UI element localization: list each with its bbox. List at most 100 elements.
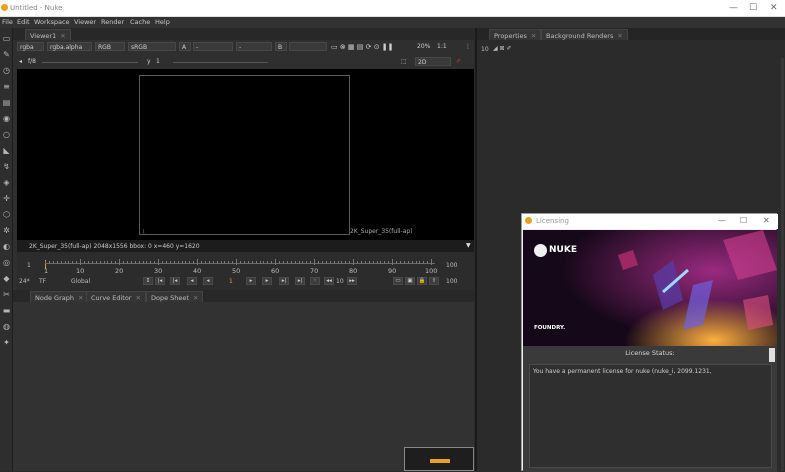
deep-tool-icon[interactable]: ◐: [2, 242, 11, 251]
node-graph-minimap[interactable]: [404, 447, 474, 471]
tab-properties[interactable]: Properties ✕: [489, 29, 542, 40]
channel-tool-icon[interactable]: ≡: [2, 82, 11, 91]
flipbook-button[interactable]: ▭: [393, 277, 403, 285]
close-icon[interactable]: ✕: [531, 32, 536, 40]
menu-viewer[interactable]: Viewer: [74, 18, 96, 26]
tf-dropdown[interactable]: TF: [39, 278, 46, 285]
viewer-tool-icons[interactable]: ▭ ⊗ ▦ ▤ ⟳ ⊙ ❚❚: [331, 43, 394, 51]
ratio-value[interactable]: 1:1: [437, 43, 447, 50]
out-frame-field[interactable]: 100: [446, 278, 457, 285]
tab-background-renders[interactable]: Background Renders ✕: [541, 29, 628, 40]
timeline-tick: [169, 261, 171, 264]
timeline-tick: [189, 261, 191, 264]
roi-icon[interactable]: ⬚: [401, 58, 407, 65]
ocio-tool-icon[interactable]: ▬: [2, 306, 11, 315]
maximize-button[interactable]: ☐: [749, 3, 757, 13]
export-icon[interactable]: ⇧: [429, 277, 439, 285]
air-tool-icon[interactable]: ◍: [2, 322, 11, 331]
dialog-maximize-button[interactable]: ☐: [740, 216, 747, 225]
format-frame: [139, 75, 350, 235]
wipe-mode-dropdown[interactable]: [289, 42, 327, 51]
play-forward-button[interactable]: ▸: [246, 277, 256, 285]
tab-viewer1[interactable]: Viewer1 ✕: [25, 29, 71, 40]
next-key-button[interactable]: ▸|: [279, 277, 289, 285]
furnace-tool-icon[interactable]: ✂: [2, 290, 11, 299]
tab-dope-sheet[interactable]: Dope Sheet ✕: [146, 291, 204, 302]
colorspace-dropdown[interactable]: sRGB: [128, 42, 176, 51]
close-button[interactable]: ✕: [770, 3, 778, 13]
fstop-label[interactable]: f/8: [28, 58, 36, 65]
menu-render[interactable]: Render: [101, 18, 124, 26]
step-forward-button[interactable]: ▸▸: [347, 277, 357, 285]
menu-cache[interactable]: Cache: [130, 18, 150, 26]
tab-node-graph[interactable]: Node Graph ✕: [30, 291, 89, 302]
close-icon[interactable]: ✕: [78, 294, 83, 302]
view-mode-dropdown[interactable]: 2D: [415, 57, 451, 66]
color-tool-icon[interactable]: ▤: [2, 98, 11, 107]
play-back-button[interactable]: ◂: [203, 277, 213, 285]
prev-frame-button[interactable]: ◂: [187, 277, 197, 285]
image-tool-icon[interactable]: ▭: [2, 34, 11, 43]
keyer-tool-icon[interactable]: ○: [2, 130, 11, 139]
close-icon[interactable]: ✕: [135, 294, 140, 302]
input-b-label[interactable]: B: [275, 42, 287, 51]
close-icon[interactable]: ✕: [60, 32, 65, 40]
dialog-close-button[interactable]: ✕: [763, 216, 770, 225]
3d-tool-icon[interactable]: ◈: [2, 178, 11, 187]
time-tool-icon[interactable]: ◷: [2, 66, 11, 75]
scope-dropdown[interactable]: Global: [71, 278, 90, 285]
draw-tool-icon[interactable]: ✎: [2, 50, 11, 59]
tab-curve-editor[interactable]: Curve Editor ✕: [86, 291, 146, 302]
lock-icon[interactable]: 🔒: [417, 277, 427, 285]
licensing-dialog: Licensing — ☐ ✕ NUKE FOUNDRY. License St…: [521, 213, 778, 472]
first-frame-button[interactable]: |◂: [155, 277, 165, 285]
menu-help[interactable]: Help: [155, 18, 170, 26]
fstop-prev-icon[interactable]: ◂: [19, 58, 22, 65]
viewer-settings-icon[interactable]: ⋮: [465, 43, 471, 50]
zoom-value[interactable]: 20%: [417, 43, 430, 50]
alpha-channel-dropdown[interactable]: rgba.alpha: [47, 42, 92, 51]
props-scrollbar[interactable]: [781, 58, 784, 471]
transform-tool-icon[interactable]: ↯: [2, 162, 11, 171]
prev-key-button[interactable]: |◂: [170, 277, 180, 285]
input-a-label[interactable]: A: [179, 42, 191, 51]
step-back-button[interactable]: ◂◂: [324, 277, 334, 285]
merge-tool-icon[interactable]: ◣: [2, 146, 11, 155]
menu-workspace[interactable]: Workspace: [34, 18, 70, 26]
close-icon[interactable]: ✕: [193, 294, 198, 302]
views-tool-icon[interactable]: ✛: [2, 194, 11, 203]
stop-button[interactable]: ◦: [310, 277, 320, 285]
minimize-button[interactable]: —: [729, 3, 738, 13]
monitor-button[interactable]: ▣: [405, 277, 415, 285]
other-tool-icon[interactable]: ◆: [2, 274, 11, 283]
info-expand-icon[interactable]: ▼: [466, 242, 471, 249]
dialog-minimize-button[interactable]: —: [718, 216, 726, 225]
status-scrollbar[interactable]: [769, 348, 775, 362]
menu-edit[interactable]: Edit: [17, 18, 30, 26]
node-graph-canvas[interactable]: [13, 302, 474, 471]
input-b-dropdown[interactable]: -: [236, 42, 272, 51]
channels-dropdown[interactable]: rgba: [17, 42, 44, 51]
current-frame-field[interactable]: 1: [229, 278, 233, 285]
gamma-value[interactable]: 1: [156, 58, 160, 65]
ml-tool-icon[interactable]: ✦: [2, 338, 11, 347]
display-channels-dropdown[interactable]: RGB: [95, 42, 125, 51]
bounce-button[interactable]: ↕: [143, 277, 153, 285]
step-increment[interactable]: 10: [336, 278, 344, 285]
fps-value[interactable]: 24*: [19, 278, 30, 285]
close-icon[interactable]: ✕: [617, 32, 622, 40]
color-pick-icon[interactable]: ✐: [456, 58, 461, 65]
gamma-slider[interactable]: [173, 62, 268, 63]
particles-tool-icon[interactable]: ✲: [2, 226, 11, 235]
filter-tool-icon[interactable]: ◉: [2, 114, 11, 123]
metadata-tool-icon[interactable]: ⬡: [2, 210, 11, 219]
props-max-count[interactable]: 10: [481, 46, 489, 53]
next-frame-button[interactable]: ▸: [262, 277, 272, 285]
props-icons[interactable]: ◢ ⊠ ✐: [493, 45, 511, 52]
input-a-dropdown[interactable]: -: [193, 42, 233, 51]
last-frame-button[interactable]: ▸|: [295, 277, 305, 285]
toolsets-tool-icon[interactable]: ◎: [2, 258, 11, 267]
menu-file[interactable]: File: [2, 18, 13, 26]
gain-slider[interactable]: [42, 62, 138, 63]
license-message-box[interactable]: You have a permanent license for nuke (n…: [529, 364, 772, 468]
